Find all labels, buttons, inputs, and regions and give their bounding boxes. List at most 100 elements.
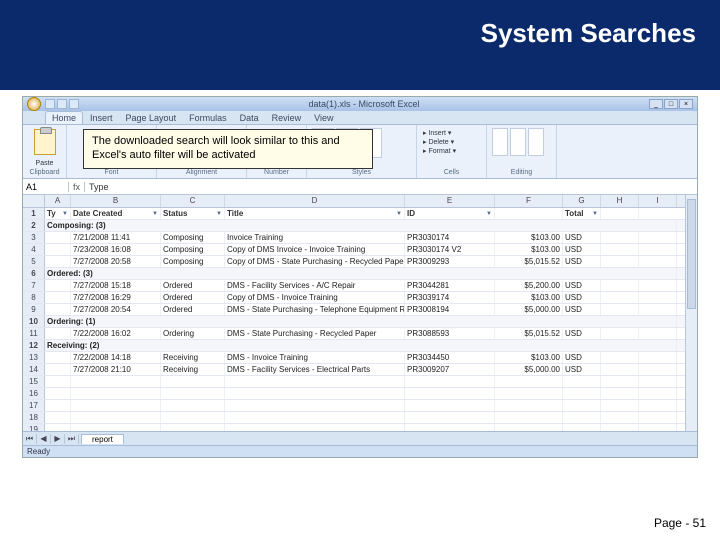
autosum-icon[interactable] [492,128,508,156]
field-header[interactable]: Date Created▼ [71,208,161,219]
cell[interactable] [601,400,639,411]
tab-view[interactable]: View [308,112,339,124]
tab-nav-first-icon[interactable]: ⏮ [23,434,37,444]
cell[interactable]: PR3030174 [405,232,495,243]
cell[interactable] [405,388,495,399]
cell[interactable] [45,244,71,255]
row-header[interactable]: 6 [23,268,45,279]
row-header[interactable]: 16 [23,388,45,399]
cell[interactable]: Ordered [161,292,225,303]
row-header[interactable]: 5 [23,256,45,267]
vertical-scrollbar[interactable] [685,195,697,431]
cell[interactable]: PR3030174 V2 [405,244,495,255]
cell[interactable] [601,352,639,363]
cell[interactable] [71,376,161,387]
row-header[interactable]: 13 [23,352,45,363]
cell[interactable] [45,232,71,243]
cell[interactable] [639,388,677,399]
cell[interactable] [45,352,71,363]
cell[interactable] [405,412,495,423]
cell[interactable] [225,400,405,411]
select-all-corner[interactable] [23,195,45,207]
cell[interactable] [161,400,225,411]
cell[interactable]: DMS - Facility Services - Electrical Par… [225,364,405,375]
cell[interactable]: USD [563,328,601,339]
cell[interactable] [71,400,161,411]
cell[interactable] [45,304,71,315]
fx-icon[interactable]: fx [69,182,85,192]
cell[interactable]: $103.00 [495,232,563,243]
cell[interactable] [495,400,563,411]
filter-dropdown-icon[interactable]: ▼ [592,208,598,219]
maximize-button[interactable]: □ [664,99,678,109]
cell[interactable] [45,328,71,339]
name-box[interactable]: A1 [23,182,69,192]
tab-home[interactable]: Home [45,111,83,124]
cell[interactable] [639,244,677,255]
filter-dropdown-icon[interactable]: ▼ [152,208,158,219]
cell[interactable]: 7/27/2008 20:58 [71,256,161,267]
cell[interactable] [601,364,639,375]
row-header[interactable]: 4 [23,244,45,255]
row-header[interactable]: 3 [23,232,45,243]
minimize-button[interactable]: _ [649,99,663,109]
filter-dropdown-icon[interactable]: ▼ [62,208,68,219]
cell[interactable] [601,292,639,303]
cell[interactable]: Ordered [161,304,225,315]
col-E[interactable]: E [405,195,495,207]
col-A[interactable]: A [45,195,71,207]
cell[interactable]: 7/22/2008 14:18 [71,352,161,363]
cell[interactable] [639,400,677,411]
cell[interactable]: Copy of DMS - Invoice Training [225,292,405,303]
field-header[interactable]: Title▼ [225,208,405,219]
row-header[interactable]: 17 [23,400,45,411]
cell[interactable]: Receiving [161,364,225,375]
tab-formulas[interactable]: Formulas [183,112,233,124]
cell[interactable] [405,376,495,387]
undo-icon[interactable] [57,99,67,109]
sheet-tab-report[interactable]: report [81,434,124,444]
col-H[interactable]: H [601,195,639,207]
cell[interactable]: 7/22/2008 16:02 [71,328,161,339]
cell[interactable] [45,376,71,387]
cell[interactable] [639,328,677,339]
cell[interactable] [563,400,601,411]
cell[interactable] [71,388,161,399]
cell[interactable]: Copy of DMS Invoice - Invoice Training [225,244,405,255]
cell[interactable] [225,376,405,387]
cell[interactable]: 7/27/2008 20:54 [71,304,161,315]
cell[interactable] [45,280,71,291]
cell[interactable]: USD [563,244,601,255]
cell[interactable]: PR3009293 [405,256,495,267]
cell[interactable] [639,364,677,375]
row-header[interactable]: 15 [23,376,45,387]
cell[interactable]: $5,015.52 [495,256,563,267]
row-header[interactable]: 8 [23,292,45,303]
row-header[interactable]: 7 [23,280,45,291]
cell[interactable]: USD [563,292,601,303]
delete-cells-button[interactable]: ▸ Delete ▾ [423,138,480,147]
row-header[interactable]: 18 [23,412,45,423]
tab-nav-next-icon[interactable]: ▶ [51,434,65,444]
row-header[interactable]: 2 [23,220,45,231]
office-button-icon[interactable] [27,97,41,111]
cell[interactable]: $103.00 [495,352,563,363]
cell[interactable] [225,412,405,423]
cell[interactable]: USD [563,304,601,315]
cell[interactable]: DMS - Facility Services - A/C Repair [225,280,405,291]
paste-icon[interactable] [34,129,56,155]
cell[interactable] [45,388,71,399]
field-header[interactable]: Ty▼ [45,208,71,219]
cell[interactable] [639,256,677,267]
group-header-cell[interactable]: Receiving: (2) [45,340,677,351]
cell[interactable] [601,376,639,387]
tab-insert[interactable]: Insert [84,112,119,124]
save-icon[interactable] [45,99,55,109]
row-header[interactable]: 10 [23,316,45,327]
cell[interactable]: $103.00 [495,244,563,255]
scroll-thumb[interactable] [687,199,696,309]
col-B[interactable]: B [71,195,161,207]
cell[interactable] [45,256,71,267]
cell[interactable]: PR3008194 [405,304,495,315]
cell[interactable] [601,280,639,291]
